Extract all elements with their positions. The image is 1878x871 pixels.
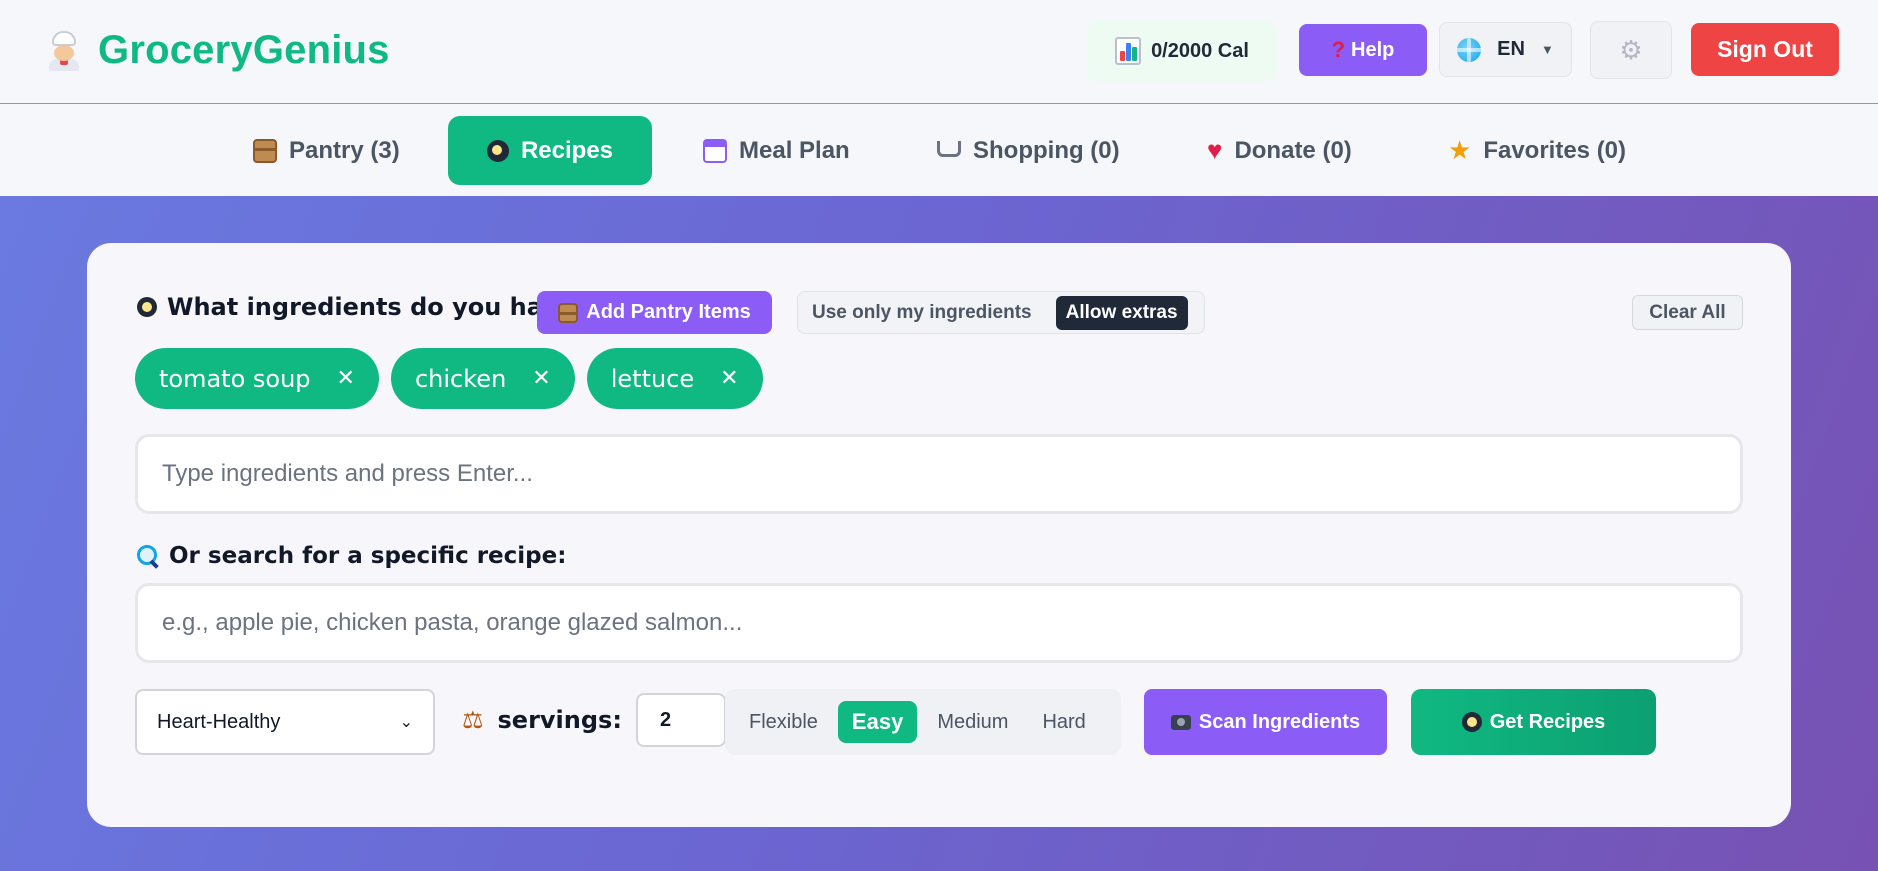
- add-pantry-label: Add Pantry Items: [586, 301, 751, 323]
- frying-pan-icon: [1461, 712, 1482, 732]
- balance-scale-icon: ⚖: [462, 706, 484, 734]
- scan-ingredients-button[interactable]: Scan Ingredients: [1144, 689, 1387, 755]
- tab-label: Pantry (3): [289, 136, 400, 164]
- tab-meal-plan[interactable]: Meal Plan: [679, 116, 874, 185]
- difficulty-selector: Flexible Easy Medium Hard: [725, 689, 1121, 755]
- globe-icon: [1457, 37, 1482, 62]
- tab-label: Recipes: [520, 136, 614, 164]
- tab-pantry[interactable]: Pantry (3): [229, 116, 424, 185]
- help-label: Help: [1351, 38, 1395, 61]
- tab-recipes[interactable]: Recipes: [448, 116, 652, 185]
- difficulty-flexible[interactable]: Flexible: [735, 703, 832, 742]
- tab-label: Favorites (0): [1483, 136, 1627, 164]
- ingredient-chip: lettuce ✕: [586, 348, 763, 409]
- cart-icon: [937, 140, 961, 157]
- language-selector[interactable]: EN ▼: [1439, 22, 1572, 77]
- remove-chip-icon[interactable]: ✕: [720, 366, 738, 391]
- tab-shopping[interactable]: Shopping (0): [913, 116, 1144, 185]
- star-icon: ★: [1448, 135, 1472, 165]
- brand[interactable]: GroceryGenius: [46, 28, 390, 73]
- mode-option-only-mine[interactable]: Use only my ingredients: [802, 296, 1042, 330]
- dropdown-caret-icon: ▼: [1540, 42, 1554, 57]
- gear-icon: ⚙: [1619, 34, 1643, 65]
- get-recipes-button[interactable]: Get Recipes: [1411, 689, 1656, 755]
- calorie-text: 0/2000 Cal: [1151, 39, 1249, 62]
- servings-input[interactable]: [635, 693, 726, 747]
- settings-button[interactable]: ⚙: [1590, 21, 1672, 79]
- chevron-down-icon: ⌄: [399, 714, 413, 731]
- ingredient-chip: tomato soup ✕: [135, 348, 379, 409]
- magnifier-icon: [137, 545, 159, 567]
- ingredients-heading: What ingredients do you have?: [137, 293, 589, 321]
- box-icon: [253, 138, 277, 163]
- clear-all-button[interactable]: Clear All: [1632, 295, 1743, 330]
- question-mark-icon: ?: [1331, 37, 1346, 62]
- ingredient-chips: tomato soup ✕ chicken ✕ lettuce ✕: [135, 348, 763, 409]
- sign-out-button[interactable]: Sign Out: [1691, 23, 1839, 76]
- recipe-search-heading: Or search for a specific recipe:: [137, 543, 566, 569]
- recipe-finder-card: What ingredients do you have? Add Pantry…: [87, 243, 1791, 827]
- remove-chip-icon[interactable]: ✕: [532, 366, 550, 391]
- recipe-search-label: Or search for a specific recipe:: [169, 543, 567, 569]
- camera-icon: [1170, 714, 1191, 730]
- diet-selected: Heart-Healthy: [157, 710, 281, 733]
- help-button[interactable]: ? Help: [1299, 24, 1427, 76]
- difficulty-easy[interactable]: Easy: [837, 701, 918, 743]
- get-recipes-label: Get Recipes: [1489, 710, 1606, 733]
- heart-icon: ♥: [1207, 135, 1223, 165]
- ingredients-question: What ingredients do you have?: [167, 293, 589, 321]
- main-tabs: Pantry (3) Recipes Meal Plan Shopping (0…: [0, 105, 1878, 196]
- calorie-counter: 0/2000 Cal: [1087, 20, 1277, 82]
- recipe-search-input[interactable]: [135, 583, 1743, 663]
- chip-label: tomato soup: [159, 364, 311, 393]
- ingredient-input[interactable]: [135, 434, 1743, 514]
- chip-label: lettuce: [610, 364, 695, 393]
- ingredient-chip: chicken ✕: [390, 348, 575, 409]
- calendar-icon: [703, 138, 727, 163]
- tab-favorites[interactable]: ★ Favorites (0): [1424, 116, 1650, 185]
- diet-select[interactable]: Heart-Healthy ⌄: [135, 689, 435, 755]
- add-pantry-items-button[interactable]: Add Pantry Items: [537, 291, 772, 334]
- mode-option-allow-extras[interactable]: Allow extras: [1055, 295, 1188, 330]
- difficulty-hard[interactable]: Hard: [1028, 703, 1099, 742]
- bar-chart-icon: [1115, 37, 1142, 65]
- chip-label: chicken: [414, 364, 507, 393]
- app-name: GroceryGenius: [98, 28, 390, 72]
- frying-pan-icon: [137, 297, 157, 317]
- servings-label: servings:: [497, 706, 622, 734]
- difficulty-medium[interactable]: Medium: [923, 703, 1022, 742]
- frying-pan-icon: [486, 139, 509, 162]
- remove-chip-icon[interactable]: ✕: [337, 366, 355, 391]
- tab-label: Shopping (0): [973, 136, 1120, 164]
- ingredient-mode-toggle: Use only my ingredients Allow extras: [797, 291, 1205, 334]
- tab-label: Donate (0): [1234, 136, 1352, 164]
- box-icon: [558, 302, 579, 323]
- scan-label: Scan Ingredients: [1198, 710, 1361, 733]
- servings-control: ⚖ servings:: [462, 693, 726, 747]
- app-header: GroceryGenius 0/2000 Cal ? Help EN ▼ ⚙ S…: [0, 0, 1878, 104]
- tab-label: Meal Plan: [739, 136, 850, 164]
- chef-icon: [46, 30, 80, 71]
- language-code: EN: [1497, 38, 1525, 60]
- tab-donate[interactable]: ♥ Donate (0): [1183, 116, 1376, 185]
